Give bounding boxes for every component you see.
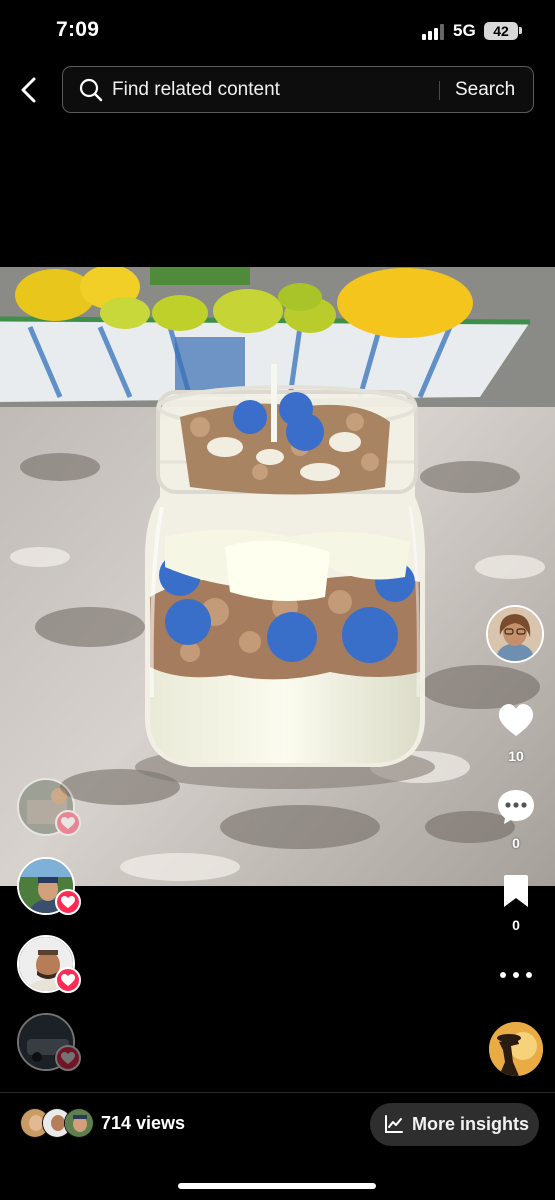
back-arrow-icon xyxy=(21,77,36,103)
like-button[interactable]: 10 xyxy=(488,703,544,764)
creator-avatar[interactable] xyxy=(486,605,544,663)
more-icon[interactable] xyxy=(498,964,534,984)
comment-icon xyxy=(498,790,534,824)
back-button[interactable] xyxy=(14,74,46,106)
creator-avatar-image xyxy=(488,607,542,661)
sound-cover-image xyxy=(489,1022,543,1076)
heart-badge xyxy=(55,810,81,836)
comment-count: 0 xyxy=(512,835,520,851)
views-count: 714 views xyxy=(101,1113,186,1133)
search-icon xyxy=(79,78,103,102)
battery-icon: 42 xyxy=(484,22,518,40)
bookmark-icon xyxy=(504,875,528,907)
bookmark-button[interactable]: 0 xyxy=(488,874,544,933)
heart-badge xyxy=(55,1045,81,1071)
liker-avatar-4[interactable] xyxy=(17,1013,81,1073)
like-count: 10 xyxy=(508,748,524,764)
candle-jar-image xyxy=(0,267,555,886)
comment-button[interactable]: 0 xyxy=(488,788,544,851)
post-photo[interactable] xyxy=(0,267,555,886)
search-button[interactable]: Search xyxy=(455,79,515,101)
sound-disc[interactable] xyxy=(489,1022,543,1076)
home-indicator[interactable] xyxy=(178,1183,376,1189)
heart-badge xyxy=(55,967,81,993)
liker-avatar-3[interactable] xyxy=(17,935,81,995)
viewer-avatars[interactable] xyxy=(20,1108,96,1140)
status-bar: 7:09 5G 42 xyxy=(0,0,555,62)
signal-icon xyxy=(422,24,446,40)
heart-badge xyxy=(55,889,81,915)
battery-tip xyxy=(519,27,522,34)
insights-label: More insights xyxy=(412,1114,530,1134)
network-type: 5G xyxy=(453,21,476,40)
more-insights-button[interactable]: More insights xyxy=(370,1103,539,1146)
bottom-divider xyxy=(0,1092,555,1093)
save-count: 0 xyxy=(512,917,520,933)
status-time: 7:09 xyxy=(56,18,100,41)
liker-avatar-2[interactable] xyxy=(17,857,81,917)
heart-icon xyxy=(498,704,534,736)
liker-avatar-1[interactable] xyxy=(17,778,81,838)
search-divider xyxy=(439,81,440,100)
viewer-avatar xyxy=(64,1108,94,1138)
search-input[interactable]: Find related content Search xyxy=(62,66,534,113)
chart-icon xyxy=(385,1115,403,1133)
search-placeholder: Find related content xyxy=(112,79,280,100)
